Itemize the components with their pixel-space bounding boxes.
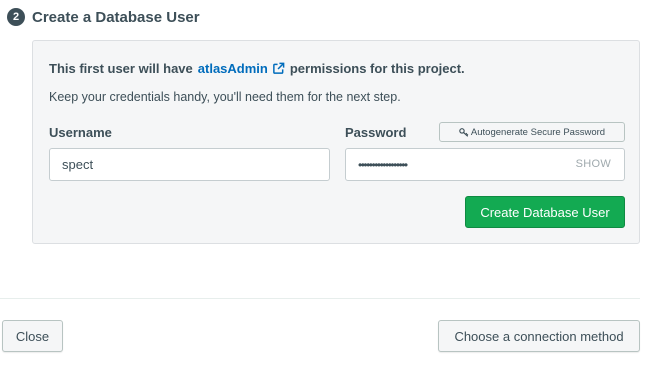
footer-divider [0,298,640,299]
show-password-toggle[interactable]: SHOW [576,158,611,170]
step-header: 2 Create a Database User [7,8,200,26]
create-user-panel: This first user will have atlasAdmin per… [32,40,640,244]
permissions-info-suffix: permissions for this project. [289,61,465,76]
username-input[interactable]: spect [49,148,330,181]
autogenerate-password-label: Autogenerate Secure Password [470,126,606,138]
username-label: Username [49,125,112,140]
permissions-info: This first user will have atlasAdmin per… [49,61,465,76]
autogenerate-password-button[interactable]: Autogenerate Secure Password [439,122,625,142]
permissions-info-prefix: This first user will have [49,61,193,76]
external-link-icon[interactable] [272,62,285,75]
username-value: spect [62,157,94,172]
password-input[interactable]: •••••••••••••••••• SHOW [345,148,625,181]
choose-connection-method-button[interactable]: Choose a connection method [438,320,640,352]
password-label: Password [345,125,407,140]
step-number-badge: 2 [7,8,25,26]
step-title: Create a Database User [32,8,200,26]
credentials-hint: Keep your credentials handy, you'll need… [49,90,401,104]
create-database-user-button[interactable]: Create Database User [465,196,625,228]
atlas-admin-link[interactable]: atlasAdmin [198,61,268,76]
password-value: •••••••••••••••••• [358,157,408,172]
key-icon [459,127,469,137]
close-button[interactable]: Close [2,320,63,352]
